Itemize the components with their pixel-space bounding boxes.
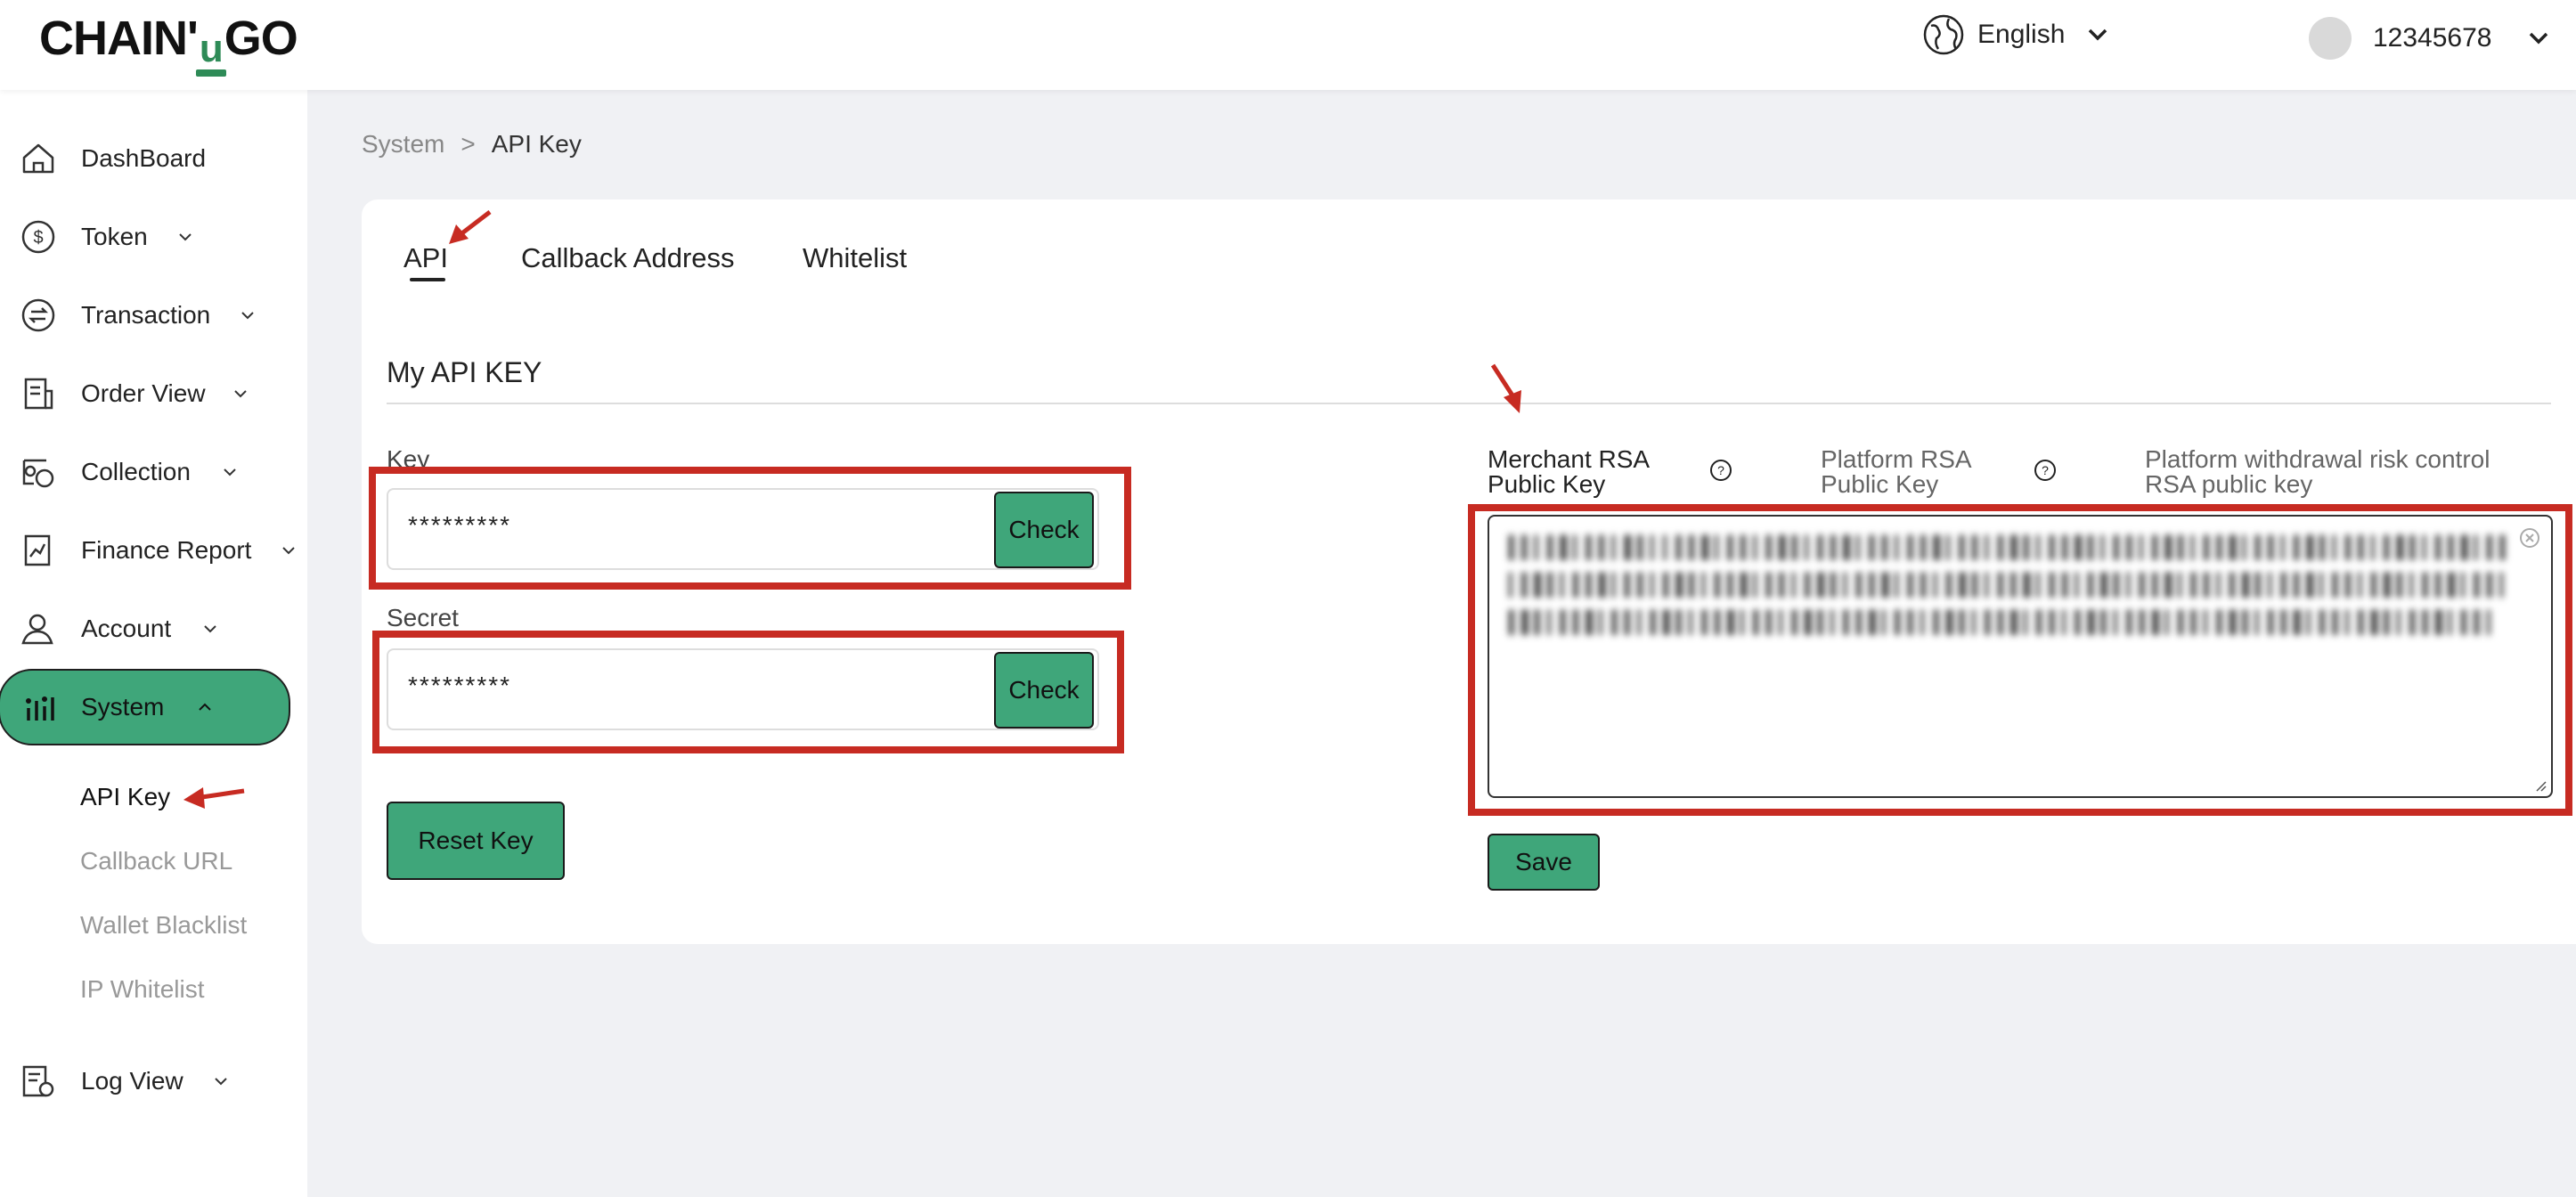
sidebar-item-label: Token [81, 223, 148, 250]
chevron-down-icon [2089, 28, 2107, 41]
breadcrumb-separator: > [461, 130, 476, 158]
avatar [2309, 17, 2352, 60]
reset-key-button[interactable]: Reset Key [387, 802, 565, 880]
log-icon [22, 1065, 54, 1097]
language-selector[interactable]: English [1922, 12, 2107, 57]
annotation-arrow [449, 210, 492, 244]
section-title: My API KEY [387, 356, 542, 388]
sidebar-item-log-view[interactable]: Log View [0, 1043, 294, 1120]
exchange-icon [21, 298, 55, 332]
report-icon [24, 534, 51, 566]
sidebar-sub-ip-whitelist[interactable]: IP Whitelist [80, 975, 205, 1004]
svg-text:?: ? [1717, 463, 1724, 477]
sidebar-item-account[interactable]: Account [0, 590, 294, 667]
divider [387, 403, 2551, 404]
breadcrumb: System > API Key [362, 130, 582, 159]
sidebar-item-label: System [81, 693, 165, 721]
help-icon[interactable]: ? [1709, 459, 1732, 482]
withdrawal-rsa-label[interactable]: Platform withdrawal risk control RSA pub… [2145, 447, 2490, 497]
language-label: English [1977, 20, 2066, 49]
sidebar-sub-wallet-blacklist[interactable]: Wallet Blacklist [80, 911, 247, 940]
sidebar: DashBoard $ Token Transaction Order View [0, 90, 307, 1197]
user-menu[interactable]: 12345678 [2309, 16, 2548, 61]
breadcrumb-current: API Key [491, 130, 582, 158]
sidebar-item-order-view[interactable]: Order View [0, 355, 294, 432]
bar-chart-icon [26, 696, 54, 721]
chevron-down-icon [241, 312, 254, 320]
sidebar-item-label: DashBoard [81, 144, 207, 172]
tab-api[interactable]: API [404, 242, 448, 274]
tab-callback-address[interactable]: Callback Address [521, 242, 735, 274]
sidebar-item-label: Finance Report [81, 536, 252, 564]
svg-text:?: ? [2042, 463, 2049, 477]
sidebar-item-system[interactable]: System [0, 669, 290, 745]
sidebar-item-transaction[interactable]: Transaction [0, 277, 294, 354]
sidebar-item-label: Account [81, 615, 172, 642]
chevron-down-icon [179, 233, 192, 241]
globe-icon [1923, 14, 1964, 55]
chevron-down-icon [282, 547, 295, 555]
help-icon[interactable]: ? [2034, 459, 2057, 482]
merchant-rsa-label[interactable]: Merchant RSA Public Key [1488, 447, 1650, 497]
annotation-box [372, 631, 1124, 753]
user-id: 12345678 [2373, 23, 2492, 53]
document-icon [24, 378, 53, 410]
chevron-down-icon [204, 625, 216, 633]
tab-active-indicator [410, 278, 445, 281]
dollar-circle-icon: $ [21, 220, 55, 254]
chevron-up-icon [199, 703, 211, 711]
sidebar-item-label: Collection [81, 458, 191, 485]
user-icon [21, 614, 53, 645]
sidebar-sub-api-key[interactable]: API Key [80, 783, 170, 811]
annotation-arrow [183, 787, 245, 809]
annotation-arrow [1490, 363, 1521, 413]
sidebar-item-token[interactable]: $ Token [0, 199, 294, 275]
sidebar-item-label: Transaction [81, 301, 211, 329]
collection-icon [22, 459, 54, 488]
sidebar-sub-callback-url[interactable]: Callback URL [80, 847, 232, 875]
chevron-down-icon [224, 468, 236, 476]
tab-whitelist[interactable]: Whitelist [803, 242, 907, 274]
chevron-down-icon [2530, 32, 2548, 45]
sidebar-item-dashboard[interactable]: DashBoard [0, 120, 294, 197]
sidebar-item-finance-report[interactable]: Finance Report [0, 512, 295, 589]
chevron-down-icon [234, 390, 247, 398]
svg-text:$: $ [33, 228, 43, 248]
annotation-box [369, 467, 1131, 590]
save-button[interactable]: Save [1488, 834, 1600, 891]
breadcrumb-root[interactable]: System [362, 130, 444, 159]
sidebar-item-collection[interactable]: Collection [0, 434, 294, 510]
annotation-box [1468, 504, 2572, 816]
sidebar-item-label: Log View [81, 1067, 183, 1095]
logo[interactable]: CHAIN' u GO [39, 11, 298, 77]
platform-rsa-label[interactable]: Platform RSA Public Key [1821, 447, 1972, 497]
home-icon [22, 143, 54, 174]
chevron-down-icon [215, 1078, 227, 1086]
secret-label: Secret [387, 604, 459, 631]
top-header: CHAIN' u GO English 12345678 [0, 0, 2576, 90]
sidebar-item-label: Order View [81, 379, 206, 407]
